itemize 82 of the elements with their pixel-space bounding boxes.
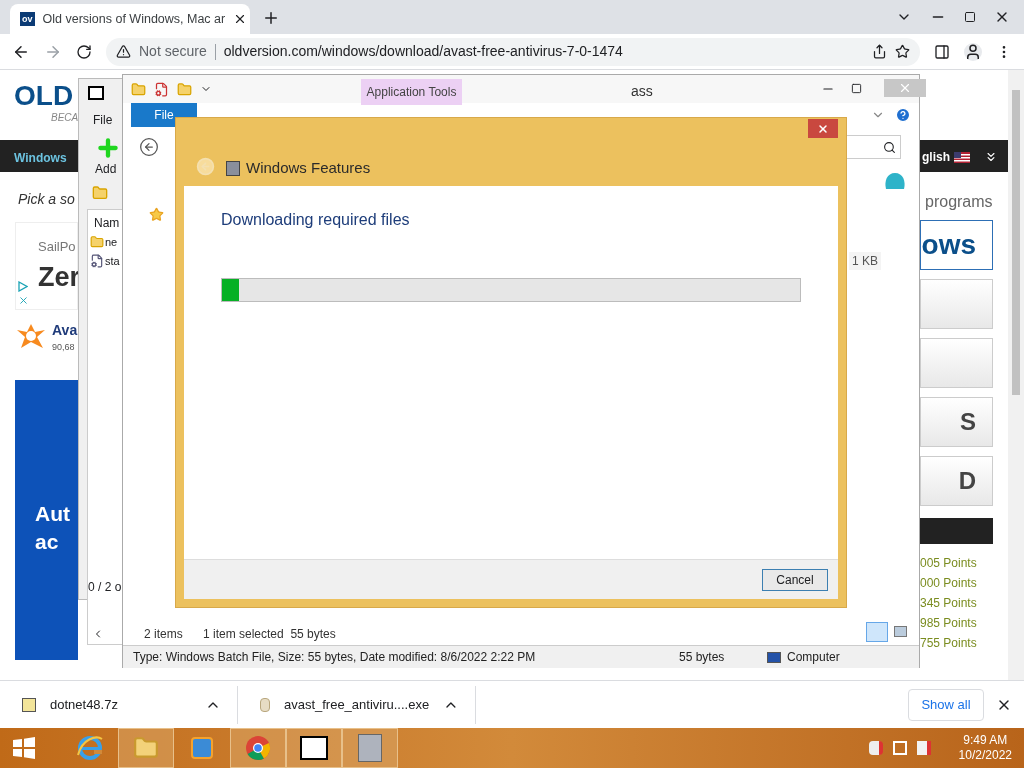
- site-logo[interactable]: OLD: [14, 82, 74, 110]
- warning-icon: [116, 44, 131, 59]
- banner-text: Aut: [35, 501, 71, 527]
- tab-title: Old versions of Windows, Mac ar: [42, 10, 226, 28]
- category-button[interactable]: S: [920, 397, 993, 447]
- show-all-button[interactable]: Show all: [908, 688, 984, 721]
- app-name[interactable]: Ava: [52, 320, 78, 341]
- section-heading: programs: [925, 192, 993, 212]
- close-icon: [817, 122, 829, 135]
- points-text: 755 Points: [920, 635, 978, 652]
- category-button[interactable]: D: [920, 456, 993, 506]
- points-text: 985 Points: [920, 615, 978, 632]
- ad-close-icon[interactable]: [18, 295, 29, 306]
- share-icon[interactable]: [872, 44, 887, 59]
- help-icon[interactable]: [895, 107, 911, 123]
- folder-icon: [90, 235, 104, 250]
- archive-app-icon[interactable]: [286, 728, 342, 768]
- profile-icon[interactable]: [964, 42, 982, 61]
- details-view-icon[interactable]: [866, 622, 888, 642]
- maximize-icon[interactable]: [851, 83, 862, 94]
- new-folder-icon[interactable]: [177, 81, 192, 97]
- ad-title: Zer: [38, 261, 81, 294]
- ad-choices-icon[interactable]: [18, 281, 28, 292]
- context-tab[interactable]: Application Tools: [361, 79, 462, 105]
- back-icon[interactable]: [139, 137, 159, 157]
- properties-icon[interactable]: [154, 81, 169, 97]
- reload-icon[interactable]: [76, 43, 92, 60]
- restore-icon[interactable]: [964, 11, 976, 23]
- item-count: 2 items: [144, 626, 183, 643]
- window-title: ass: [631, 82, 653, 101]
- size-cell: 1 KB: [849, 252, 881, 270]
- file-name[interactable]: ne: [105, 234, 118, 251]
- dialog-title: Windows Features: [246, 158, 371, 178]
- url-text: oldversion.com/windows/download/avast-free-antivirus-7-0-1474: [223, 42, 623, 61]
- site-favicon: ov: [20, 12, 35, 26]
- close-button[interactable]: [808, 119, 838, 138]
- download-item[interactable]: dotnet48.7z: [0, 685, 238, 724]
- cancel-button[interactable]: Cancel: [762, 568, 828, 591]
- language-selector[interactable]: glish: [922, 148, 950, 166]
- points-text: 345 Points: [920, 595, 978, 612]
- new-tab-icon[interactable]: [262, 9, 280, 27]
- file-details: Type: Windows Batch File, Size: 55 bytes, Date modified: 8/6/2022 2:22 PM: [133, 649, 537, 666]
- security-label: Not secure: [139, 42, 207, 61]
- address-field[interactable]: Not secure oldversion.com/windows/download/avast-free-antivirus-7-0-1474: [106, 37, 920, 66]
- download-item[interactable]: avast_free_antiviru....exe: [238, 685, 476, 724]
- section-heading: Pick a so: [18, 190, 75, 209]
- side-panel-icon[interactable]: [934, 43, 950, 60]
- file-name: avast_free_antiviru....exe: [283, 695, 430, 714]
- expand-icon[interactable]: [984, 150, 998, 164]
- ad-banner[interactable]: SailPo Zer: [15, 222, 78, 310]
- clock-time[interactable]: 9:49 AM: [963, 733, 1008, 748]
- folder-up-icon[interactable]: [92, 185, 108, 201]
- file-name: dotnet48.7z: [50, 695, 118, 714]
- favorites-icon: [149, 207, 164, 222]
- menu-item[interactable]: File: [93, 111, 113, 129]
- file-name[interactable]: sta: [105, 253, 120, 270]
- browser-tab[interactable]: ov Old versions of Windows, Mac ar: [10, 4, 250, 34]
- computer-icon: [767, 651, 781, 663]
- bookmark-icon[interactable]: [895, 44, 910, 59]
- location-label: Computer: [787, 649, 840, 666]
- promo-banner[interactable]: Aut ac: [15, 380, 78, 660]
- banner-text: ac: [35, 529, 60, 555]
- start-icon[interactable]: [12, 736, 36, 760]
- ad-brand: SailPo: [38, 238, 76, 256]
- script-icon: [90, 254, 104, 269]
- category-button[interactable]: ows: [920, 220, 993, 270]
- folder-icon[interactable]: [131, 81, 146, 97]
- nav-link[interactable]: Windows: [14, 149, 67, 167]
- status-heading: Downloading required files: [221, 210, 411, 230]
- points-text: 000 Points: [920, 575, 978, 592]
- selection-info: 1 item selected 55 bytes: [203, 626, 336, 643]
- file-size: 55 bytes: [679, 649, 726, 666]
- scrollbar[interactable]: [1008, 70, 1024, 680]
- clock-date[interactable]: 10/2/2022: [958, 748, 1012, 763]
- flag-icon: [954, 151, 970, 163]
- column-header[interactable]: Nam: [94, 214, 120, 232]
- points-text: 005 Points: [920, 555, 978, 572]
- download-count: 90,68: [52, 341, 75, 354]
- site-tagline: BECA: [51, 111, 79, 125]
- toolbar-label[interactable]: Add: [95, 160, 117, 178]
- status-text: 0 / 2 o: [88, 579, 122, 596]
- search-icon: [883, 140, 896, 154]
